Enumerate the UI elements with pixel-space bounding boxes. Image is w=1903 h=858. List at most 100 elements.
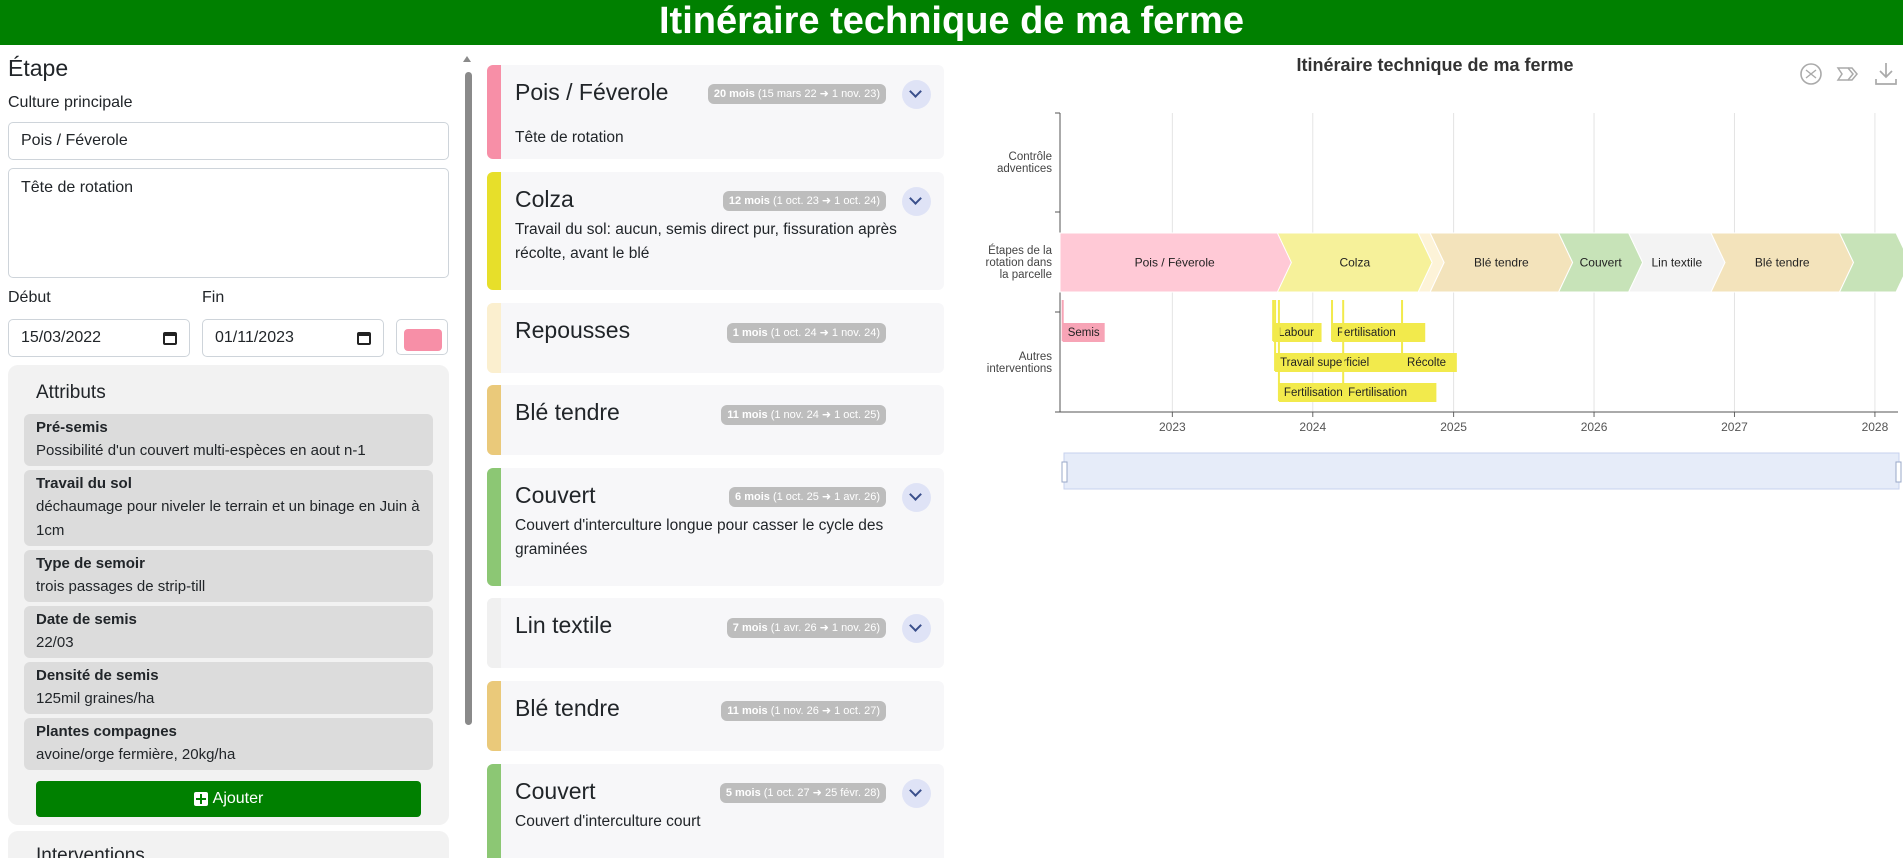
intervention-label: Travail superficiel [1280,357,1369,369]
timeline-chart[interactable]: Pois / Féverole Colza Blé tendre Couvert Lin… [960,100,1903,500]
datazoom-handle-right[interactable] [1895,461,1902,483]
download-icon[interactable] [1873,61,1899,87]
step-form: Étape Culture principale Pois / Féverole… [0,45,460,858]
rotation-step-label: Blé tendre [1755,256,1810,270]
color-picker[interactable] [396,319,448,355]
interventions-panel: Interventions [8,831,449,858]
datazoom-slider[interactable] [1063,452,1900,490]
intervention-label: Fertilisation [1284,387,1343,399]
intervention-label: Labour [1278,327,1314,339]
step-description: Couvert d'interculture longue pour casse… [515,517,884,558]
attribute-item[interactable]: Densité de semis 125mil graines/ha [24,662,433,714]
attribute-item[interactable]: Type de semoir trois passages de strip-ti… [24,550,433,602]
rotation-step-label: Colza [1339,256,1370,270]
step-color-bar [487,764,501,858]
attribute-value: avoine/orge fermière, 20kg/ha [36,746,236,763]
chevron-down-icon[interactable] [902,614,931,643]
step-color-bar [487,681,501,751]
step-card-7[interactable]: Couvert 5 mois (1 oct. 27 ➜ 25 févr. 28)… [487,764,944,858]
description-textarea[interactable]: Tête de rotation [8,168,449,278]
attribute-value: 22/03 [36,634,74,651]
step-card-3[interactable]: Blé tendre 11 mois (1 nov. 24 ➜ 1 oct. 2… [487,385,944,455]
chevron-down-icon[interactable] [902,779,931,808]
step-color-bar [487,385,501,455]
step-card-2[interactable]: Repousses 1 mois (1 oct. 24 ➜ 1 nov. 24) [487,303,944,373]
attribute-name: Plantes compagnes [36,723,177,740]
duration-badge: 6 mois (1 oct. 25 ➜ 1 avr. 26) [729,487,886,507]
start-date-input[interactable]: 15/03/2022 [8,319,190,357]
scroll-up-arrow[interactable] [463,56,471,62]
start-date-value: 15/03/2022 [21,329,102,346]
step-color-bar [487,65,501,159]
restore-icon[interactable] [1798,61,1824,87]
chevron-down-icon[interactable] [902,187,931,216]
attribute-name: Densité de semis [36,667,159,684]
step-card-5[interactable]: Lin textile 7 mois (1 avr. 26 ➜ 1 nov. 2… [487,598,944,668]
step-name: Blé tendre [515,695,620,721]
attribute-item[interactable]: Travail du sol déchaumage pour niveler le… [24,470,433,546]
zoom-icon[interactable] [1836,61,1862,87]
x-tick-label: 2028 [1862,420,1889,434]
step-color-bar [487,468,501,586]
y-row-labels: Contrôle adventices Étapes de la rotation d… [986,151,1053,375]
steps-list: Pois / Féverole 20 mois (15 mars 22 ➜ 1 … [487,45,944,858]
rotation-step-label: Couvert [1580,256,1623,270]
step-card-4[interactable]: Couvert 6 mois (1 oct. 25 ➜ 1 avr. 26) C… [487,468,944,586]
step-card-1[interactable]: Colza 12 mois (1 oct. 23 ➜ 1 oct. 24) Tr… [487,172,944,290]
attribute-name: Date de semis [36,611,137,628]
step-description: Travail du sol: aucun, semis direct pur,… [515,221,897,262]
end-date-input[interactable]: 01/11/2023 [202,319,384,357]
step-name: Repousses [515,317,631,343]
add-attribute-button[interactable]: Ajouter [36,781,421,817]
rotation-series: Pois / Féverole Colza Blé tendre Couvert Lin… [1059,232,1903,293]
duration-badge: 11 mois (1 nov. 24 ➜ 1 oct. 25) [721,405,886,425]
step-color-bar [487,172,501,290]
duration-badge: 7 mois (1 avr. 26 ➜ 1 nov. 26) [726,618,886,638]
y-row-label: Contrôle adventices [997,151,1052,175]
interventions-title: Interventions [36,845,145,858]
attribute-value: trois passages de strip-till [36,578,206,595]
x-tick-label: 2027 [1721,420,1748,434]
y-row-label: Étapes de la rotation dans la parcelle [986,244,1053,281]
attribute-item[interactable]: Pré-semis Possibilité d'un couvert multi-… [24,414,433,466]
plus-square-icon [193,792,208,806]
color-swatch [404,329,442,351]
x-tick-label: 2026 [1581,420,1608,434]
chart-title: Itinéraire technique de ma ferme [1296,55,1574,75]
step-card-6[interactable]: Blé tendre 11 mois (1 nov. 26 ➜ 1 oct. 2… [487,681,944,751]
attributes-title: Attributs [36,382,106,403]
calendar-icon[interactable] [357,332,371,345]
step-color-bar [487,598,501,668]
duration-badge: 20 mois (15 mars 22 ➜ 1 nov. 23) [707,84,886,104]
duration-badge: 12 mois (1 oct. 23 ➜ 1 oct. 24) [722,191,886,211]
attributes-panel: Attributs Pré-semis Possibilité d'un couv… [8,365,449,825]
intervention-label: Fertilisation [1337,327,1396,339]
step-description: Couvert d'interculture court [515,813,701,830]
attribute-item[interactable]: Date de semis 22/03 [24,606,433,658]
intervention-label: Semis [1068,327,1100,339]
step-name: Couvert [515,778,596,804]
attribute-item[interactable]: Plantes compagnes avoine/orge fermière, 2… [24,718,433,770]
app-title: Itinéraire technique de ma ferme [0,0,1903,45]
step-color-bar [487,303,501,373]
intervention-label: Récolte [1407,357,1446,369]
step-name: Colza [515,186,574,212]
attribute-value: déchaumage pour niveler le terrain et un… [36,498,420,539]
x-tick-labels: 2023 2024 2025 2026 2027 2028 [1159,420,1889,434]
end-date-value: 01/11/2023 [215,329,294,346]
datazoom-handle-left[interactable] [1061,461,1068,483]
form-title: Étape [8,55,69,81]
step-name: Couvert [515,482,596,508]
scrollbar-thumb[interactable] [465,72,472,725]
chevron-down-icon[interactable] [902,80,931,109]
step-card-0[interactable]: Pois / Féverole 20 mois (15 mars 22 ➜ 1 … [487,65,944,159]
rotation-step-label: Blé tendre [1474,256,1529,270]
rotation-step-label: Lin textile [1651,256,1702,270]
y-row-label: Autres interventions [987,351,1052,375]
calendar-icon[interactable] [163,332,177,345]
x-tick-label: 2025 [1440,420,1467,434]
intervention-label: Fertilisation [1348,387,1407,399]
rotation-step-label: Pois / Féverole [1135,256,1215,270]
culture-input[interactable]: Pois / Féverole [8,122,449,160]
chevron-down-icon[interactable] [902,483,931,512]
